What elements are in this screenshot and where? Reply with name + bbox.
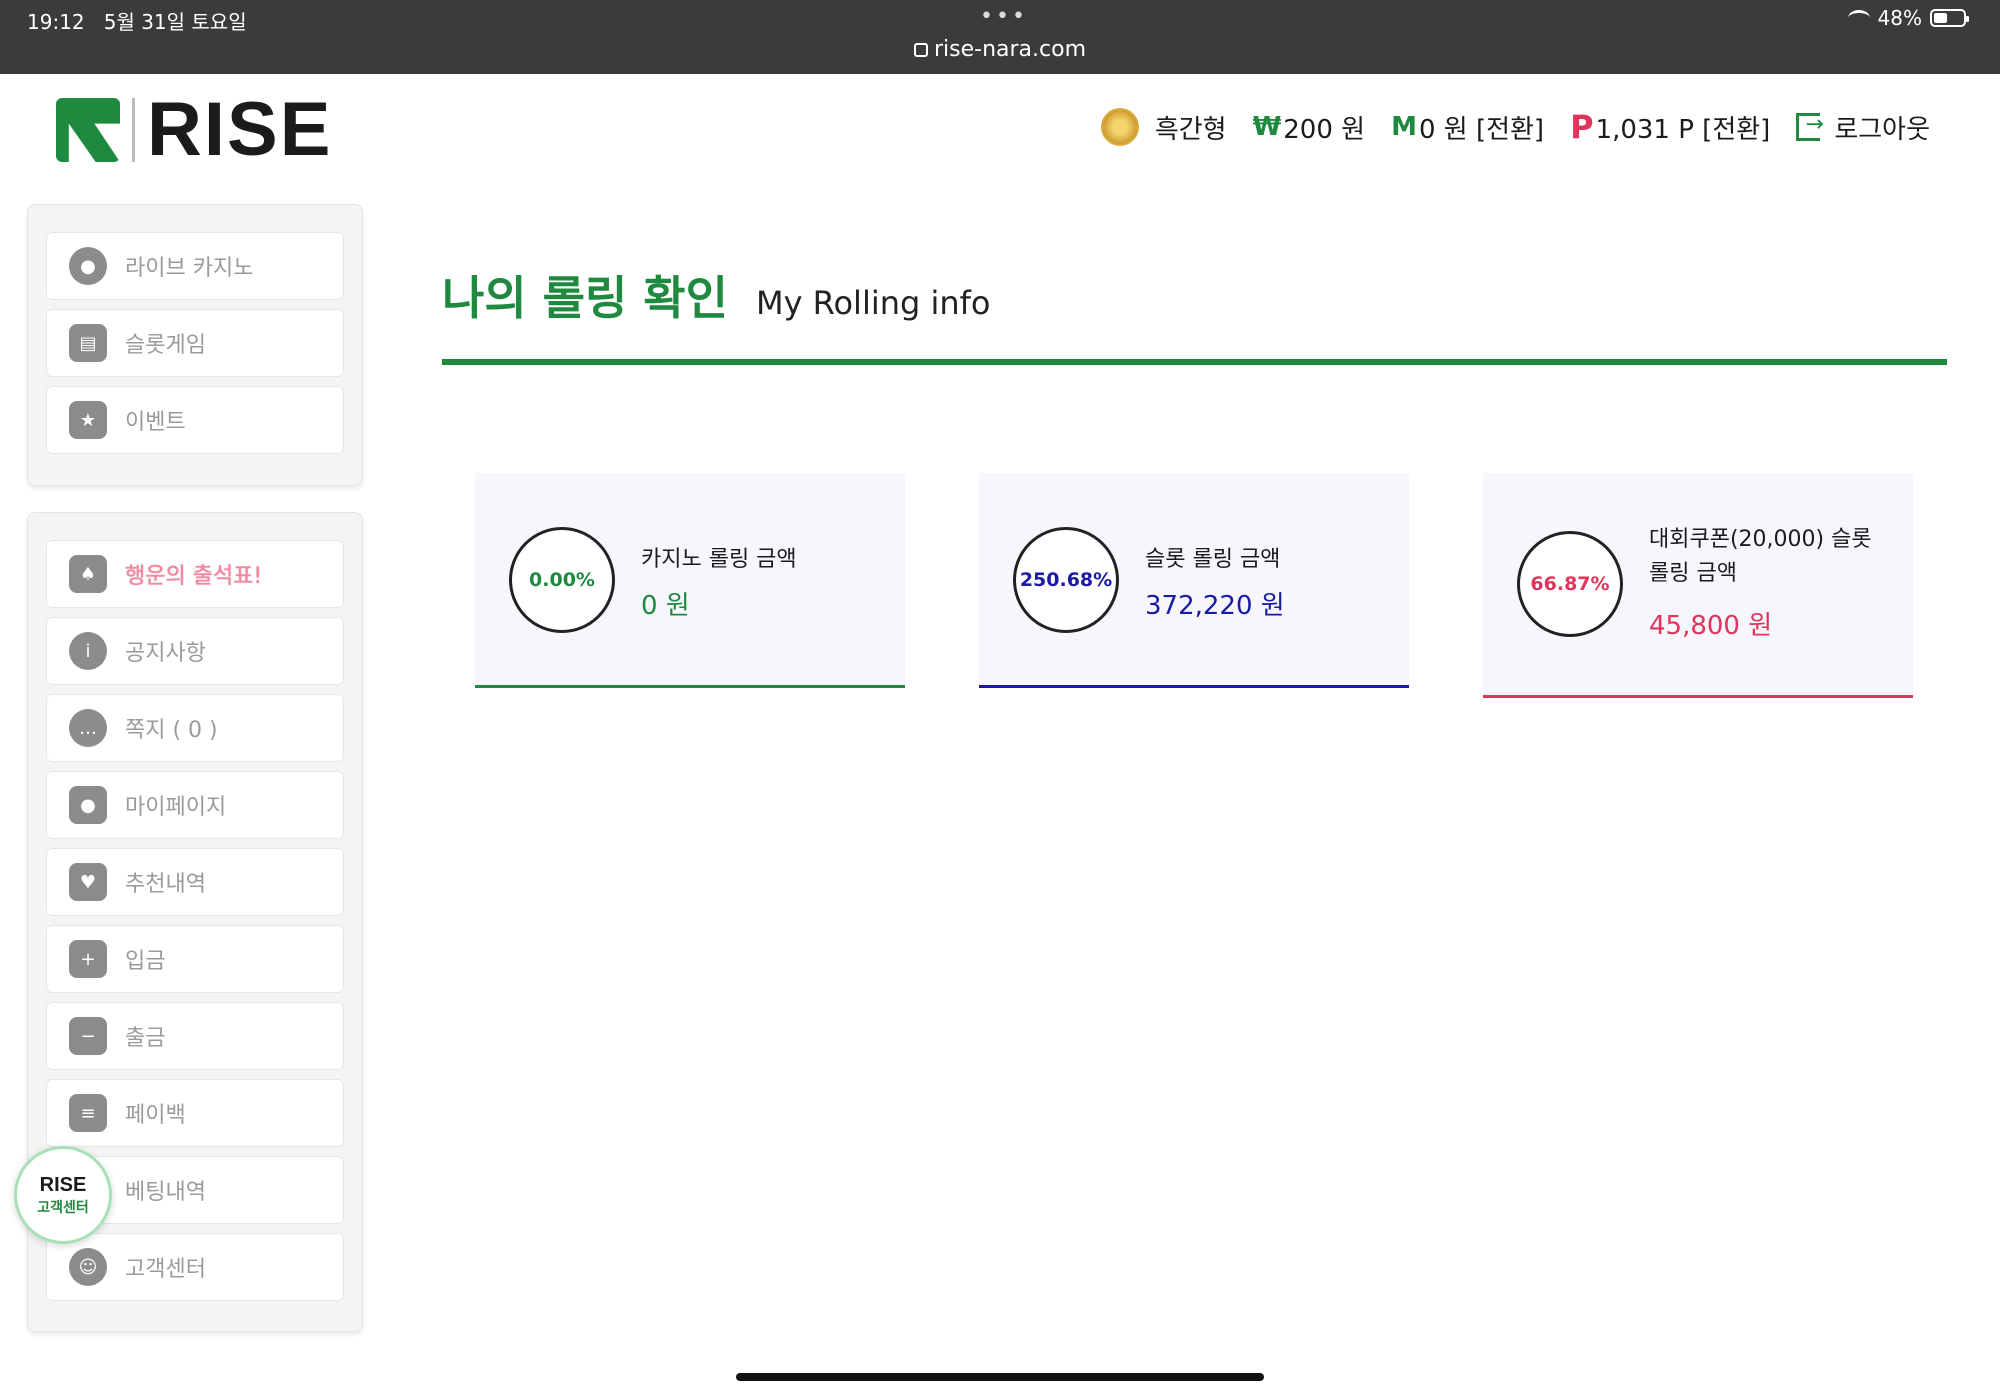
won-icon: ₩ <box>1252 112 1282 142</box>
wifi-icon <box>1847 10 1870 26</box>
wallet-in-icon: + <box>69 940 107 978</box>
home-indicator[interactable] <box>736 1373 1264 1381</box>
sidebar-item-slot-games[interactable]: ▤ 슬롯게임 <box>46 309 344 377</box>
calendar-icon: ♠ <box>69 555 107 593</box>
support-badge-subtitle: 고객센터 <box>37 1199 89 1216</box>
rolling-label: 카지노 롤링 금액 <box>641 547 797 572</box>
user-name: 흑간형 <box>1154 114 1227 145</box>
site-logo[interactable]: RISE <box>56 87 333 172</box>
coupon-slot-rolling-card: 66.87% 대회쿠폰(20,000) 슬롯 롤링 금액 45,800 원 <box>1483 473 1913 698</box>
user-info-bar: 흑간형 ₩ 200 원 M 0 원 [전환] P 1,031 P [전환] 로그… <box>1075 108 1930 146</box>
logo-text: RISE <box>147 87 333 172</box>
user-level: 흑간형 <box>1100 108 1227 146</box>
address-bar[interactable]: rise-nara.com <box>900 37 1100 62</box>
slot-machine-icon: ▤ <box>69 324 107 362</box>
customer-center-floating-button[interactable]: RISE 고객센터 <box>14 1146 112 1244</box>
user-icon: ● <box>69 786 107 824</box>
page-title-en: My Rolling info <box>755 284 991 322</box>
sidebar-item-event[interactable]: ★ 이벤트 <box>46 386 344 454</box>
title-divider <box>442 359 1947 365</box>
lock-icon <box>913 43 928 57</box>
sidebar-item-support[interactable]: ☺ 고객센터 <box>46 1233 344 1301</box>
status-time: 19:12 5월 31일 토요일 <box>27 10 247 34</box>
money-balance-convert[interactable]: M 0 원 [전환] <box>1391 109 1544 146</box>
points-balance-convert[interactable]: P 1,031 P [전환] <box>1570 108 1770 146</box>
status-indicators: 48% <box>1847 6 1969 30</box>
sidebar-item-notice[interactable]: i 공지사항 <box>46 617 344 685</box>
star-icon: ★ <box>69 401 107 439</box>
sidebar-item-mypage[interactable]: ● 마이페이지 <box>46 771 344 839</box>
url-text: rise-nara.com <box>933 37 1087 62</box>
logout-icon <box>1796 112 1824 141</box>
rolling-label: 슬롯 롤링 금액 <box>1145 547 1281 572</box>
wallet-out-icon: − <box>69 1017 107 1055</box>
page-title-ko: 나의 롤링 확인 <box>442 271 728 325</box>
sidebar-games-panel: ● 라이브 카지노 ▤ 슬롯게임 ★ 이벤트 <box>27 204 363 486</box>
rolling-percent-circle: 0.00% <box>509 527 615 633</box>
sidebar-item-withdraw[interactable]: − 출금 <box>46 1002 344 1070</box>
rolling-amount: 45,800 원 <box>1649 611 1773 641</box>
rolling-amount: 372,220 원 <box>1145 591 1285 621</box>
rolling-label: 대회쿠폰(20,000) 슬롯 롤링 금액 <box>1649 527 1872 586</box>
battery-icon <box>1930 9 1969 27</box>
rolling-percent-circle: 66.87% <box>1517 531 1623 637</box>
sidebar-item-attendance[interactable]: ♠ 행운의 출석표! <box>46 540 344 608</box>
rise-logo-mark-icon <box>56 98 120 162</box>
message-icon: … <box>69 709 107 747</box>
support-badge-title: RISE <box>39 1173 87 1196</box>
page-title: 나의 롤링 확인 My Rolling info <box>442 262 991 328</box>
sidebar-item-referrals[interactable]: ♥ 추천내역 <box>46 848 344 916</box>
rolling-percent-circle: 250.68% <box>1013 527 1119 633</box>
cash-balance: ₩ 200 원 <box>1252 112 1366 145</box>
casino-rolling-card: 0.00% 카지노 롤링 금액 0 원 <box>475 473 905 688</box>
info-icon: i <box>69 632 107 670</box>
support-icon: ☺ <box>69 1248 107 1286</box>
casino-chips-icon: ● <box>69 247 107 285</box>
sidebar-item-live-casino[interactable]: ● 라이브 카지노 <box>46 232 344 300</box>
rolling-amount: 0 원 <box>641 591 690 621</box>
points-icon: P <box>1570 108 1594 146</box>
more-dots-icon[interactable]: ••• <box>980 4 1028 29</box>
logout-button[interactable]: 로그아웃 <box>1796 109 1930 146</box>
heart-mail-icon: ♥ <box>69 863 107 901</box>
medal-icon <box>1100 108 1139 146</box>
slot-rolling-card: 250.68% 슬롯 롤링 금액 372,220 원 <box>979 473 1409 688</box>
sidebar-item-deposit[interactable]: + 입금 <box>46 925 344 993</box>
coins-icon: ≡ <box>69 1094 107 1132</box>
money-icon: M <box>1391 112 1417 142</box>
battery-percent: 48% <box>1877 6 1922 30</box>
sidebar-item-messages[interactable]: … 쪽지 ( 0 ) <box>46 694 344 762</box>
status-bar: 19:12 5월 31일 토요일 ••• rise-nara.com 48% <box>0 0 2000 74</box>
sidebar-item-payback[interactable]: ≡ 페이백 <box>46 1079 344 1147</box>
